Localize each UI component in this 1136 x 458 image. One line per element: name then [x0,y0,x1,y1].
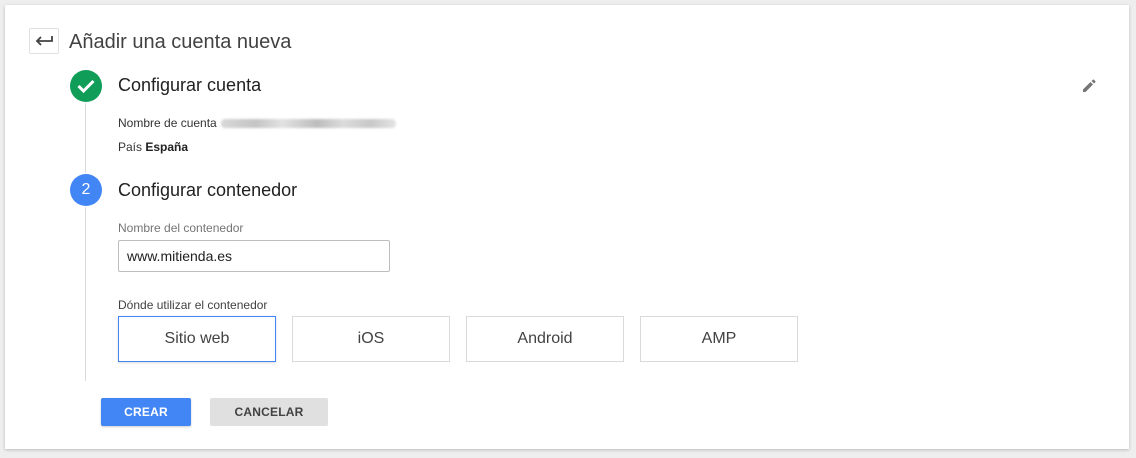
step-number: 2 [81,181,91,198]
cancel-button[interactable]: CANCELAR [210,398,328,426]
account-name-value-redacted [220,119,396,129]
step-title-configure-container: Configurar contenedor [118,180,298,200]
platform-option-label: Android [517,330,573,347]
step-connector-line [85,103,86,173]
account-name-label: Nombre de cuenta [118,116,217,130]
edit-account-button[interactable] [1079,76,1099,96]
platform-option-label: Sitio web [164,330,230,347]
create-button[interactable]: CREAR [101,398,191,426]
step-title-configure-account: Configurar cuenta [118,75,262,95]
country-label: País [118,140,143,154]
check-icon [77,79,95,93]
platform-option-ios[interactable]: iOS [292,316,450,362]
platform-option-amp[interactable]: AMP [640,316,798,362]
platform-option-label: iOS [357,330,385,347]
step-connector-line [85,207,86,381]
back-button[interactable] [29,28,59,54]
country-row: País España [118,139,188,155]
container-name-label: Nombre del contenedor [118,221,244,235]
country-value: España [145,140,189,154]
platform-option-android[interactable]: Android [466,316,624,362]
step-number-indicator: 2 [70,174,102,206]
step-complete-indicator [70,70,102,102]
add-account-card: Añadir una cuenta nueva Configurar cuent… [5,5,1129,449]
account-name-row: Nombre de cuenta [118,115,396,131]
arrow-back-icon [35,36,53,46]
page-title: Añadir una cuenta nueva [69,31,292,53]
platform-option-label: AMP [701,330,737,347]
container-usage-label: Dónde utilizar el contenedor [118,298,268,312]
container-name-input[interactable] [118,240,390,272]
pencil-icon [1083,79,1096,92]
platform-option-web[interactable]: Sitio web [118,316,276,362]
